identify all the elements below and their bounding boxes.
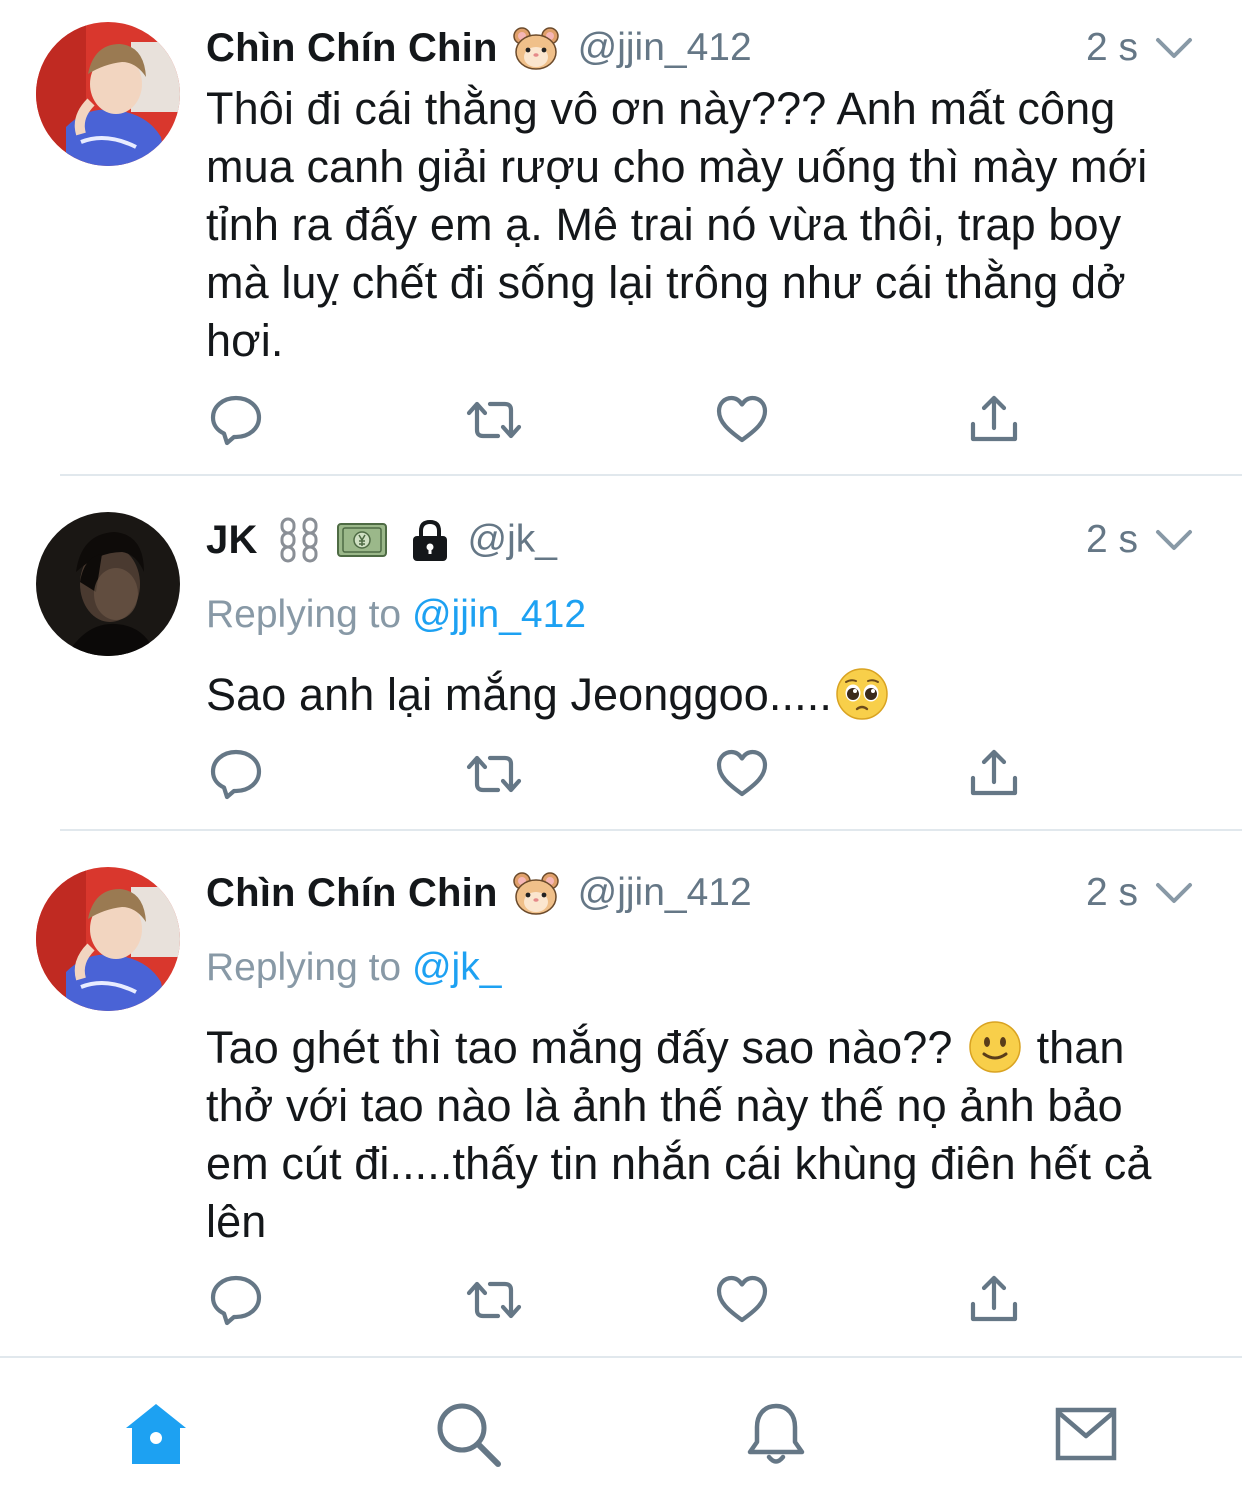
display-name[interactable]: JK <box>206 518 258 563</box>
hamster-emoji <box>512 869 560 917</box>
tweet-actions <box>206 1272 1036 1328</box>
tweet-text-body: Sao anh lại mắng Jeonggoo..... <box>206 669 832 720</box>
replying-label: Replying to <box>206 946 402 989</box>
tweet-text: Tao ghét thì tao mắng đấy sao nào?? than … <box>206 1019 1194 1251</box>
share-icon[interactable] <box>966 746 1022 802</box>
avatar[interactable] <box>36 867 180 1011</box>
chevron-down-icon[interactable] <box>1154 877 1194 909</box>
retweet-icon[interactable] <box>466 392 522 448</box>
pleading-face-emoji <box>834 666 890 722</box>
like-icon[interactable] <box>714 392 770 448</box>
share-icon[interactable] <box>966 1272 1022 1328</box>
username[interactable]: @jk_ <box>468 518 557 562</box>
hamster-emoji <box>512 24 560 72</box>
tweet-header: JK @jk_ 2 s <box>206 512 1194 568</box>
replying-to: Replying to @jk_ <box>206 943 1194 993</box>
avatar[interactable] <box>36 512 180 656</box>
mention-link[interactable]: @jk_ <box>412 946 501 989</box>
username[interactable]: @jjin_412 <box>578 871 752 915</box>
tweet-text: Sao anh lại mắng Jeonggoo..... <box>206 666 1194 724</box>
retweet-icon[interactable] <box>466 1272 522 1328</box>
share-icon[interactable] <box>966 392 1022 448</box>
mention-link[interactable]: @jjin_412 <box>412 593 586 636</box>
messages-icon[interactable] <box>1050 1398 1122 1470</box>
chevron-down-icon[interactable] <box>1154 32 1194 64</box>
chevron-down-icon[interactable] <box>1154 524 1194 556</box>
tweet-text-part-1: Tao ghét thì tao mắng đấy sao nào?? <box>206 1022 953 1073</box>
tweet-text: Thôi đi cái thằng vô ơn này??? Anh mất c… <box>206 83 1148 366</box>
lock-icon <box>406 516 454 564</box>
notifications-icon[interactable] <box>740 1398 812 1470</box>
reply-icon[interactable] <box>208 1272 264 1328</box>
slightly-smiling-face-emoji <box>967 1019 1023 1075</box>
timestamp: 2 s <box>1085 871 1138 914</box>
tweet-header: Chìn Chín Chin @jjin_412 2 s <box>206 20 1194 76</box>
chains-emoji <box>276 516 324 564</box>
replying-to: Replying to @jjin_412 <box>206 590 1194 640</box>
like-icon[interactable] <box>714 746 770 802</box>
display-name[interactable]: Chìn Chín Chin <box>206 26 498 71</box>
username[interactable]: @jjin_412 <box>578 26 752 70</box>
tab-bar <box>0 1358 1242 1508</box>
home-icon[interactable] <box>120 1398 192 1470</box>
display-name[interactable]: Chìn Chín Chin <box>206 871 498 916</box>
tweet-header: Chìn Chín Chin @jjin_412 2 s <box>206 865 1194 921</box>
avatar[interactable] <box>36 22 180 166</box>
reply-icon[interactable] <box>208 746 264 802</box>
reply-icon[interactable] <box>208 392 264 448</box>
money-emoji <box>334 516 390 564</box>
retweet-icon[interactable] <box>466 746 522 802</box>
timestamp: 2 s <box>1085 518 1138 561</box>
divider <box>60 829 1242 831</box>
divider <box>60 474 1242 476</box>
replying-label: Replying to <box>206 593 402 636</box>
tweet-actions <box>206 392 1036 448</box>
tweet-actions <box>206 746 1036 802</box>
search-icon[interactable] <box>432 1398 504 1470</box>
timestamp: 2 s <box>1085 26 1138 69</box>
like-icon[interactable] <box>714 1272 770 1328</box>
